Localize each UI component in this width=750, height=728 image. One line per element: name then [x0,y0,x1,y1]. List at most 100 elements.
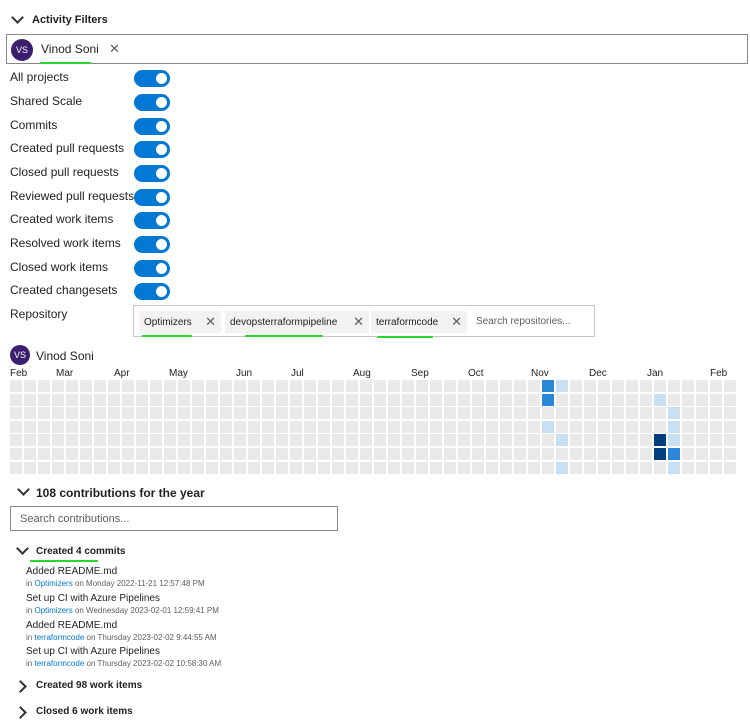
heatmap-cell[interactable] [416,394,428,406]
heatmap-cell[interactable] [514,421,526,433]
heatmap-cell[interactable] [304,380,316,392]
heatmap-cell[interactable] [136,421,148,433]
heatmap-cell[interactable] [318,421,330,433]
heatmap-cell[interactable] [710,421,722,433]
heatmap-cell[interactable] [122,448,134,460]
heatmap-cell[interactable] [570,448,582,460]
heatmap-cell[interactable] [108,462,120,474]
toggle-switch[interactable] [134,212,170,229]
heatmap-cell[interactable] [528,380,540,392]
heatmap-cell[interactable] [164,434,176,446]
heatmap-cell[interactable] [514,394,526,406]
heatmap-cell[interactable] [556,421,568,433]
heatmap-cell[interactable] [262,462,274,474]
heatmap-cell[interactable] [192,434,204,446]
heatmap-cell[interactable] [472,407,484,419]
heatmap-cell[interactable] [430,421,442,433]
heatmap-cell[interactable] [290,421,302,433]
heatmap-cell[interactable] [584,407,596,419]
heatmap-cell[interactable] [108,407,120,419]
heatmap-cell[interactable] [192,421,204,433]
heatmap-cell[interactable] [276,434,288,446]
heatmap-cell[interactable] [234,434,246,446]
heatmap-cell[interactable] [682,434,694,446]
heatmap-cell[interactable] [122,434,134,446]
heatmap-cell[interactable] [346,421,358,433]
heatmap-cell[interactable] [416,462,428,474]
heatmap-cell[interactable] [136,462,148,474]
heatmap-cell[interactable] [374,448,386,460]
heatmap-cell[interactable] [430,462,442,474]
heatmap-cell[interactable] [388,407,400,419]
heatmap-cell[interactable] [668,394,680,406]
heatmap-cell[interactable] [178,462,190,474]
heatmap-cell[interactable] [570,394,582,406]
heatmap-cell[interactable] [500,394,512,406]
heatmap-cell[interactable] [724,407,736,419]
heatmap-cell[interactable] [108,434,120,446]
heatmap-cell[interactable] [38,462,50,474]
heatmap-cell[interactable] [542,407,554,419]
heatmap-cell[interactable] [724,434,736,446]
work-items-closed-title[interactable]: Closed 6 work items [36,706,133,717]
heatmap-cell[interactable] [290,380,302,392]
heatmap-cell[interactable] [598,448,610,460]
heatmap-cell[interactable] [388,394,400,406]
repo-chip-optimizers[interactable]: Optimizers ✕ [139,311,221,333]
commit-title[interactable]: Set up CI with Azure Pipelines [26,593,160,604]
heatmap-cell[interactable] [136,380,148,392]
toggle-switch[interactable] [134,189,170,206]
heatmap-cell[interactable] [164,407,176,419]
heatmap-cell[interactable] [710,434,722,446]
heatmap-cell[interactable] [430,448,442,460]
heatmap-cell[interactable] [52,434,64,446]
heatmap-cell[interactable] [332,407,344,419]
heatmap-cell[interactable] [458,462,470,474]
heatmap-cell[interactable] [598,407,610,419]
heatmap-cell[interactable] [724,394,736,406]
heatmap-cell[interactable] [220,407,232,419]
heatmap-cell[interactable] [612,380,624,392]
heatmap-cell[interactable] [346,434,358,446]
heatmap-cell[interactable] [262,421,274,433]
heatmap-cell[interactable] [402,407,414,419]
heatmap-cell[interactable] [486,462,498,474]
heatmap-cell[interactable] [584,380,596,392]
heatmap-cell[interactable] [24,394,36,406]
heatmap-cell[interactable] [598,421,610,433]
heatmap-cell[interactable] [416,448,428,460]
heatmap-cell[interactable] [612,407,624,419]
heatmap-cell[interactable] [542,434,554,446]
heatmap-cell[interactable] [528,448,540,460]
heatmap-cell[interactable] [388,448,400,460]
expand-chevron-icon[interactable] [14,680,27,693]
heatmap-cell[interactable] [570,421,582,433]
heatmap-cell[interactable] [696,434,708,446]
heatmap-cell[interactable] [346,407,358,419]
heatmap-cell[interactable] [276,394,288,406]
heatmap-cell[interactable] [150,462,162,474]
heatmap-cell[interactable] [612,434,624,446]
heatmap-cell[interactable] [80,380,92,392]
heatmap-cell[interactable] [598,434,610,446]
heatmap-cell[interactable] [486,434,498,446]
heatmap-cell[interactable] [192,462,204,474]
heatmap-cell[interactable] [178,448,190,460]
heatmap-cell[interactable] [430,407,442,419]
heatmap-cell[interactable] [24,407,36,419]
heatmap-cell[interactable] [276,407,288,419]
heatmap-cell[interactable] [458,448,470,460]
heatmap-cell[interactable] [178,421,190,433]
heatmap-cell[interactable] [332,434,344,446]
heatmap-cell[interactable] [318,394,330,406]
heatmap-cell[interactable] [710,394,722,406]
expand-chevron-icon[interactable] [14,706,27,719]
people-picker[interactable]: VS Vinod Soni ✕ [6,34,748,64]
heatmap-cell[interactable] [66,421,78,433]
heatmap-cell[interactable] [164,380,176,392]
heatmap-cell[interactable] [612,462,624,474]
heatmap-cell[interactable] [668,434,680,446]
heatmap-cell[interactable] [262,380,274,392]
heatmap-cell[interactable] [682,421,694,433]
heatmap-cell[interactable] [444,462,456,474]
